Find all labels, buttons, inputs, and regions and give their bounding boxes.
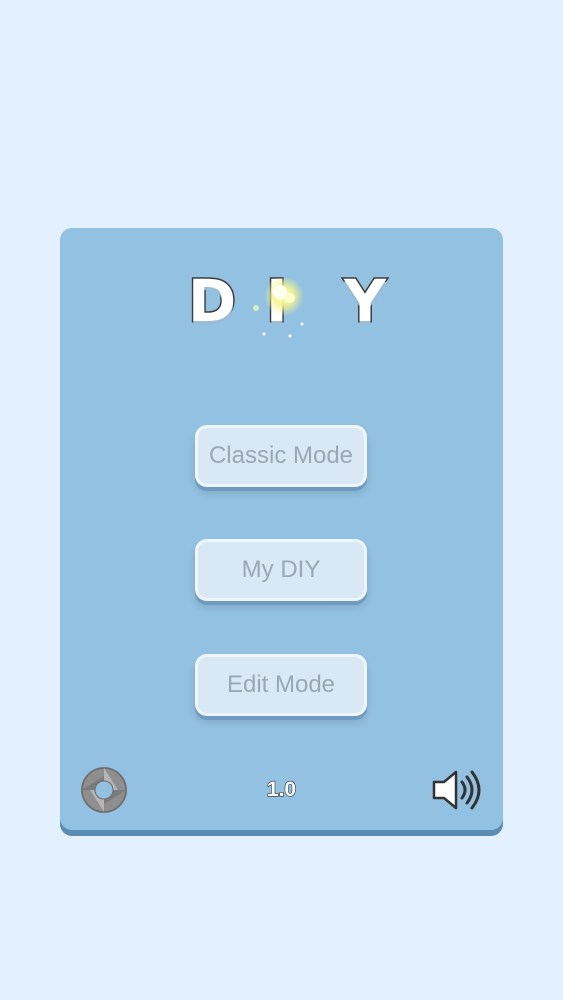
title-letter-y: Y — [343, 266, 388, 337]
edit-mode-button[interactable]: Edit Mode — [195, 654, 367, 716]
title-letter-i: I — [265, 266, 290, 337]
my-diy-button[interactable]: My DIY — [195, 539, 367, 601]
menu-panel: D I Y Classic Mode My DIY Edit Mode 1.0 — [60, 228, 503, 830]
game-title: D I Y — [60, 266, 503, 346]
speaker-icon[interactable] — [430, 764, 482, 816]
classic-mode-button[interactable]: Classic Mode — [195, 425, 367, 487]
title-letter-d: D — [186, 266, 237, 337]
